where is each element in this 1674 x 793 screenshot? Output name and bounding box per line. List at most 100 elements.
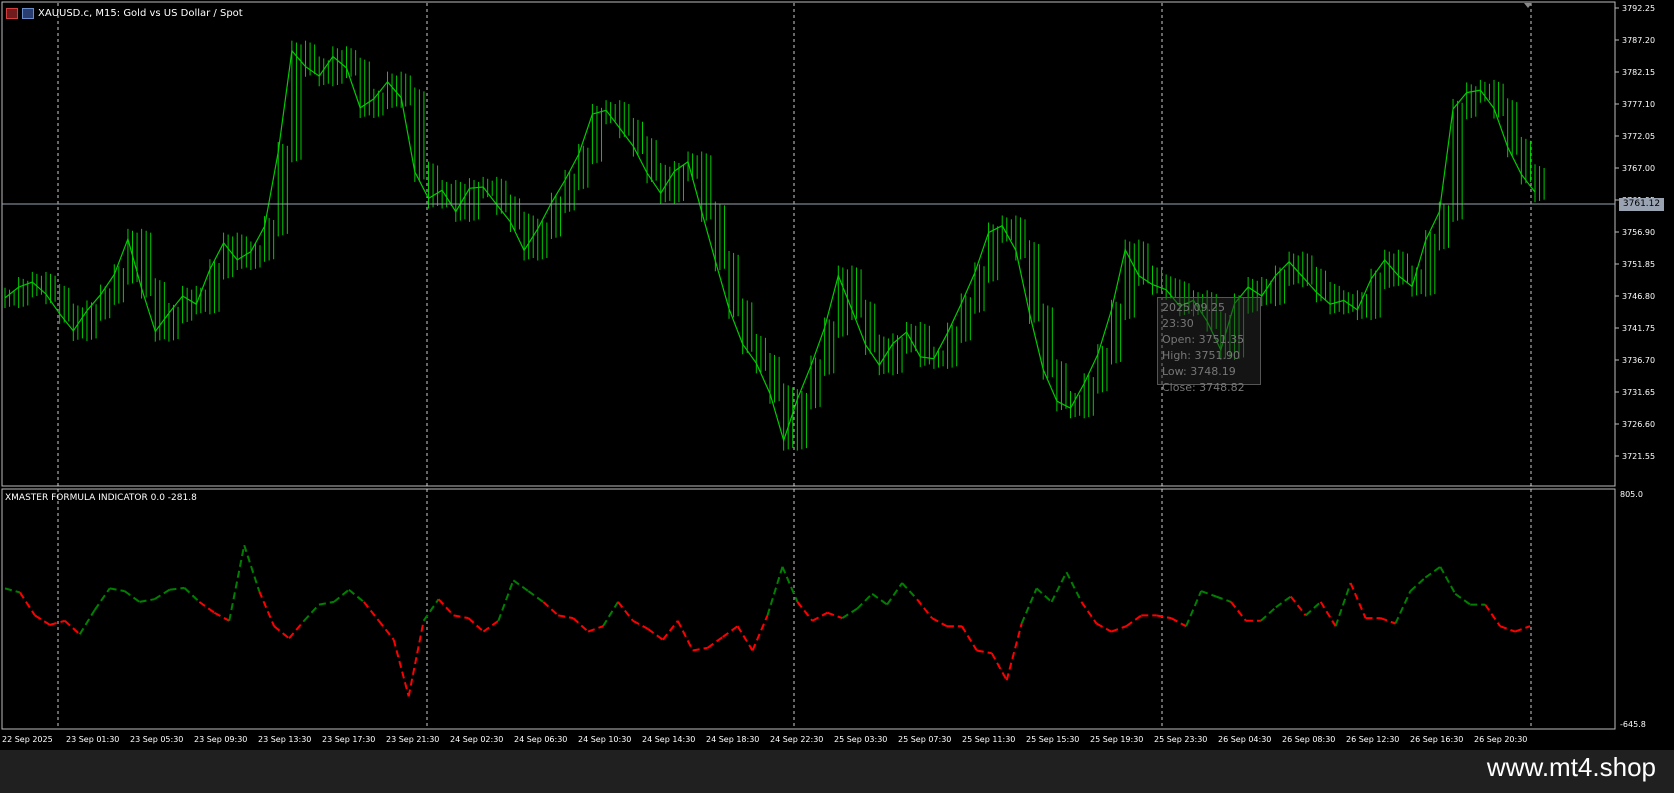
oscillator-segment — [871, 592, 888, 606]
oscillator-segment — [647, 628, 664, 641]
time-axis-label: 25 Sep 11:30 — [962, 735, 1015, 744]
oscillator-segment — [1334, 582, 1352, 627]
candle-tooltip: 2025.09.25 23:30 Open: 3751.35 High: 375… — [1157, 297, 1261, 394]
oscillator-segment — [4, 587, 21, 594]
oscillator-segment — [228, 545, 246, 621]
time-axis-label: 23 Sep 01:30 — [66, 735, 119, 744]
oscillator-segment — [467, 617, 485, 633]
chart-menu-icon[interactable] — [6, 7, 18, 19]
time-grid — [57, 3, 1532, 729]
oscillator-segment — [1170, 617, 1187, 628]
oscillator-segment — [1156, 614, 1172, 620]
price-axis-label: 3726.60 — [1622, 420, 1655, 429]
indicator-axis-bottom: -645.8 — [1620, 720, 1646, 729]
oscillator-segment — [1111, 625, 1127, 633]
oscillator-segment — [482, 619, 499, 633]
oscillator-segment — [1349, 582, 1367, 619]
oscillator-segment — [781, 566, 799, 603]
oscillator-segment — [1185, 590, 1202, 627]
time-axis-label: 26 Sep 20:30 — [1474, 735, 1527, 744]
time-axis-label: 25 Sep 23:30 — [1154, 735, 1207, 744]
oscillator-segment — [437, 598, 455, 617]
oscillator-segment — [258, 590, 276, 627]
time-axis-label: 23 Sep 09:30 — [194, 735, 247, 744]
indicator-label: XMASTER FORMULA INDICATOR 0.0 -281.8 — [5, 493, 197, 503]
oscillator-segment — [1424, 565, 1441, 579]
oscillator-segment — [1439, 566, 1457, 595]
oscillator-segment — [1380, 617, 1396, 625]
oscillator-segment — [1305, 601, 1322, 617]
time-axis-label: 24 Sep 22:30 — [770, 735, 823, 744]
oscillator-segment — [1484, 604, 1501, 627]
oscillator-segment — [1230, 601, 1247, 622]
oscillator-segment — [1080, 601, 1098, 625]
oscillator-segment — [811, 611, 828, 622]
tooltip-high: High: 3751.90 — [1162, 349, 1240, 362]
oscillator-segment — [707, 636, 724, 649]
oscillator-segment — [617, 601, 634, 622]
oscillator-segment — [333, 588, 350, 603]
oscillator-segment — [1050, 571, 1068, 603]
oscillator-segment — [1065, 571, 1083, 603]
price-axis-label: 3777.10 — [1622, 100, 1655, 109]
oscillator-segment — [976, 649, 992, 655]
oscillator-segment — [64, 620, 81, 636]
oscillator-segment — [139, 598, 155, 603]
tooltip-low: Low: 3748.19 — [1162, 365, 1236, 378]
chart-symbol-title: XAUUSD.c, M15: Gold vs US Dollar / Spot — [38, 7, 243, 19]
oscillator-segment — [542, 601, 559, 617]
oscillator-segment — [990, 652, 1008, 681]
time-axis-label: 24 Sep 10:30 — [578, 735, 631, 744]
price-axis-label: 3751.85 — [1622, 260, 1655, 269]
price-axis-label: 3792.25 — [1622, 4, 1655, 13]
tooltip-open: Open: 3751.35 — [1162, 333, 1245, 346]
oscillator-segment — [1290, 595, 1307, 617]
oscillator-segment — [93, 587, 111, 611]
oscillator-segment — [587, 625, 604, 633]
oscillator-segment — [1409, 576, 1427, 592]
price-axis-label: 3772.05 — [1622, 132, 1655, 141]
oscillator-segment — [766, 566, 784, 616]
oscillator-segment — [602, 601, 619, 627]
oscillator-segment — [213, 611, 230, 622]
oscillator-segment — [348, 588, 365, 603]
time-axis-label: 24 Sep 18:30 — [706, 735, 759, 744]
price-axis-label: 3731.65 — [1622, 388, 1655, 397]
oscillator-segment — [422, 598, 440, 622]
time-axis-label: 25 Sep 07:30 — [898, 735, 951, 744]
indicator-axis-top: 805.0 — [1620, 490, 1643, 499]
oscillator-segment — [1499, 625, 1516, 633]
oscillator-segment — [1020, 588, 1038, 624]
oscillator-segment — [1095, 622, 1112, 633]
oscillator-segment — [392, 639, 410, 697]
oscillator-segment — [1005, 623, 1023, 681]
oscillator-segment — [169, 586, 185, 591]
oscillator-segment — [377, 620, 395, 641]
chart-canvas[interactable]: 3792.25 3787.20 3782.15 3777.10 3772.05 3767.… — [0, 0, 1674, 750]
oscillator-segment — [109, 587, 125, 593]
price-axis-label: 3767.00 — [1622, 164, 1655, 173]
oscillator-segment — [1514, 625, 1531, 633]
oscillator-segment — [303, 603, 320, 622]
oscillator-segment — [1035, 587, 1053, 603]
time-axis-label: 23 Sep 13:30 — [258, 735, 311, 744]
time-axis-label: 25 Sep 15:30 — [1026, 735, 1079, 744]
oscillator-segment — [692, 646, 708, 652]
oscillator-segment — [632, 619, 649, 630]
price-axis-label: 3756.90 — [1622, 228, 1655, 237]
time-axis-label: 25 Sep 03:30 — [834, 735, 887, 744]
oscillator-segment — [916, 598, 933, 619]
oscillator-segment — [736, 625, 754, 652]
price-axis: 3792.25 3787.20 3782.15 3777.10 3772.05 3767.… — [1615, 4, 1655, 461]
oscillator-segment — [1394, 590, 1412, 624]
price-axis-label: 3721.55 — [1622, 452, 1655, 461]
oscillator-segment — [856, 593, 873, 610]
indicator-frame — [1, 488, 1616, 730]
price-axis-label: 3746.80 — [1622, 292, 1655, 301]
tooltip-date: 2025.09.25 23:30 — [1162, 301, 1225, 330]
chart-window-icon[interactable] — [22, 7, 34, 19]
oscillator-segment — [558, 614, 574, 620]
price-axis-label: 3736.70 — [1622, 356, 1655, 365]
time-axis-label: 25 Sep 19:30 — [1090, 735, 1143, 744]
price-axis-label: 3741.75 — [1622, 324, 1655, 333]
